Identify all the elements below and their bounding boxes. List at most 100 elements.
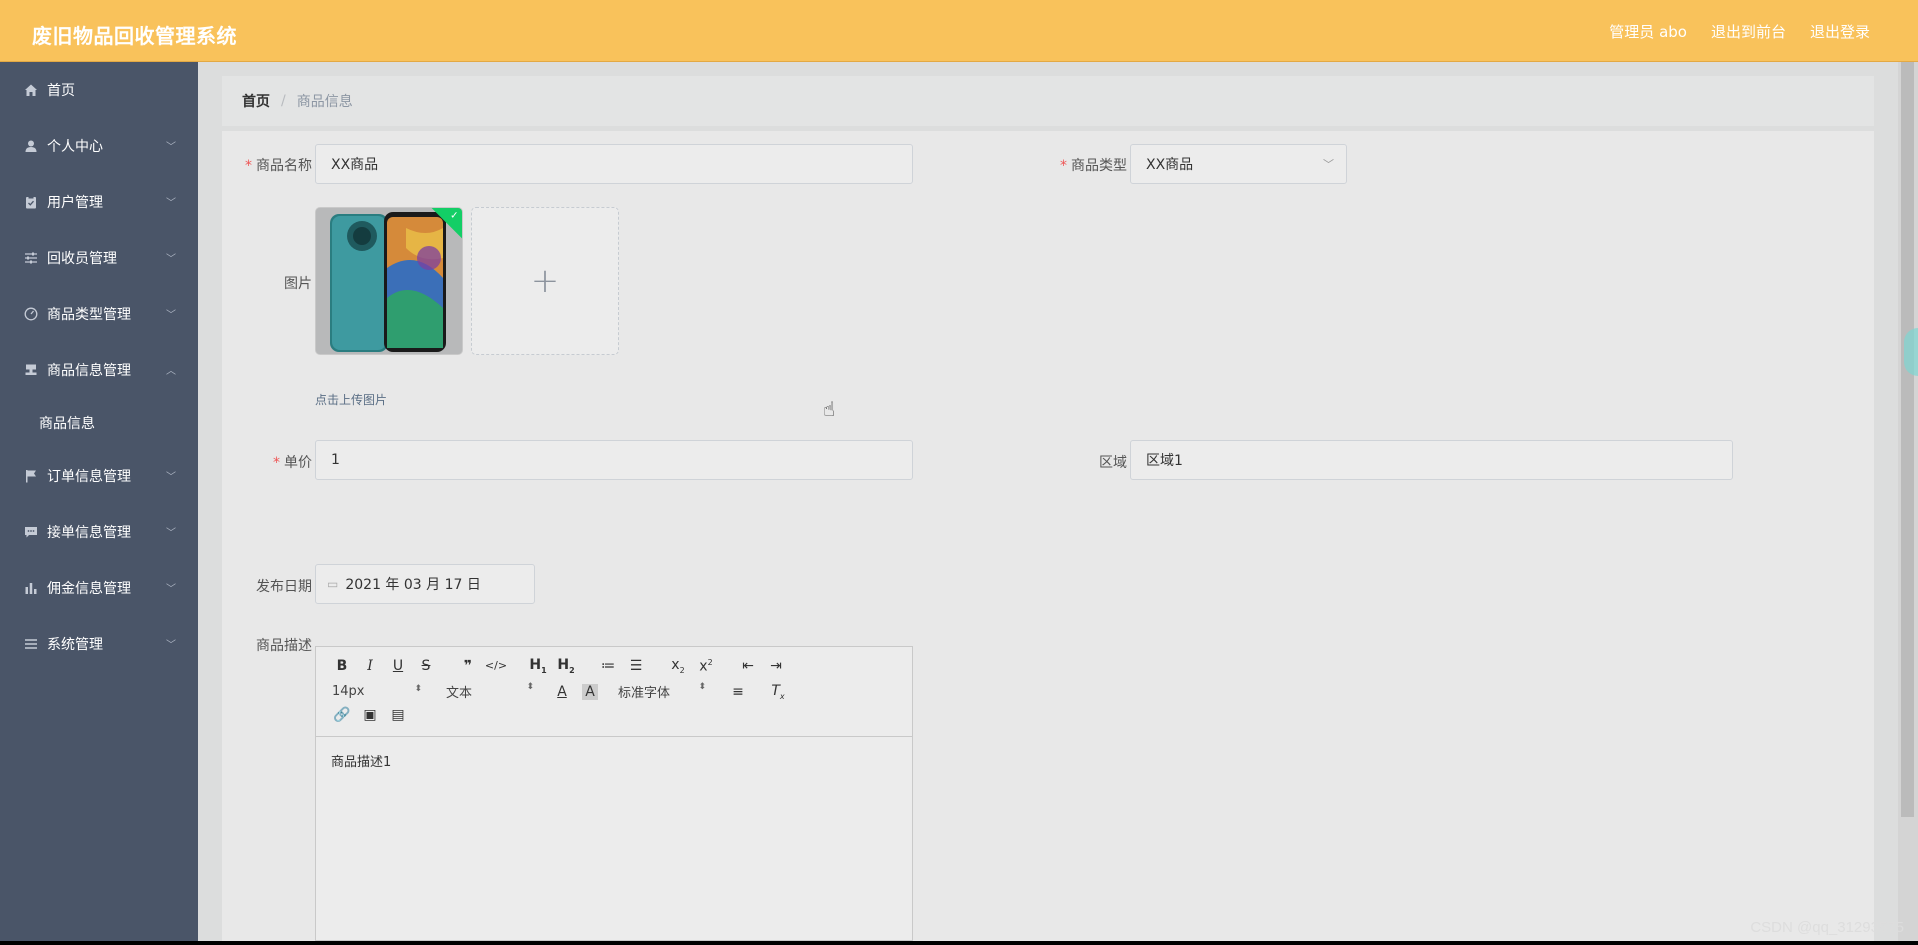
sidebar-item-category-management[interactable]: 商品类型管理 ﹀ bbox=[0, 286, 198, 342]
chevron-down-icon: ﹀ bbox=[166, 640, 176, 651]
goods-type-select[interactable]: XX商品 ﹀ bbox=[1130, 144, 1347, 184]
sidebar-item-recycler-management[interactable]: 回收员管理 ﹀ bbox=[0, 230, 198, 286]
link-icon[interactable]: 🔗 bbox=[328, 707, 356, 723]
chevron-down-icon: ﹀ bbox=[166, 310, 176, 321]
breadcrumb-current: 商品信息 bbox=[296, 94, 353, 110]
font-size-select[interactable]: 14px ⬍ bbox=[328, 684, 428, 699]
check-icon: ✓ bbox=[450, 210, 459, 222]
sidebar-item-commission-management[interactable]: 佣金信息管理 ﹀ bbox=[0, 560, 198, 616]
sidebar-item-goods-management[interactable]: 商品信息管理 ︿ bbox=[0, 342, 198, 398]
app-title: 废旧物品回收管理系统 bbox=[32, 24, 237, 48]
uploaded-image-thumbnail[interactable]: ✓ bbox=[315, 207, 463, 355]
flag-icon bbox=[23, 468, 39, 484]
blockquote-icon[interactable]: ❞ bbox=[454, 658, 482, 674]
align-icon[interactable]: ≡ bbox=[724, 684, 752, 700]
breadcrumb-home[interactable]: 首页 bbox=[242, 91, 270, 111]
region-label: 区域 bbox=[1099, 455, 1127, 471]
sidebar-item-label: 商品类型管理 bbox=[47, 307, 131, 323]
background-color-icon[interactable]: A bbox=[582, 683, 598, 700]
strike-icon[interactable]: S bbox=[412, 658, 440, 674]
sidebar: 首页 个人中心 ﹀ 用户管理 ﹀ 回收员管理 ﹀ 商品类型管理 ﹀ 商品信息管理… bbox=[0, 62, 198, 941]
clipboard-icon bbox=[23, 194, 39, 210]
sidebar-item-label: 用户管理 bbox=[47, 195, 103, 211]
gauge-icon bbox=[23, 306, 39, 322]
home-icon bbox=[23, 82, 39, 98]
page-scrollbar[interactable] bbox=[1898, 62, 1918, 941]
block-type-select[interactable]: 文本 ⬍ bbox=[440, 682, 540, 701]
publish-date-label: 发布日期 bbox=[256, 579, 312, 595]
sidebar-item-label: 接单信息管理 bbox=[47, 525, 131, 541]
goods-name-label: * 商品名称 bbox=[245, 158, 312, 174]
price-label: * 单价 bbox=[273, 455, 312, 471]
sidebar-item-label: 订单信息管理 bbox=[47, 469, 131, 485]
exit-to-front-link[interactable]: 退出到前台 bbox=[1711, 21, 1786, 42]
message-icon bbox=[23, 524, 39, 540]
chevron-down-icon: ﹀ bbox=[166, 198, 176, 209]
image-icon[interactable]: ▣ bbox=[356, 707, 384, 723]
outdent-icon[interactable]: ⇤ bbox=[734, 658, 762, 674]
hand-cursor-icon: ☝ bbox=[823, 397, 836, 421]
chevron-up-icon: ︿ bbox=[166, 366, 176, 377]
sidebar-item-order-management[interactable]: 订单信息管理 ﹀ bbox=[0, 448, 198, 504]
bar-chart-icon bbox=[23, 580, 39, 596]
goods-name-input[interactable]: XX商品 bbox=[315, 144, 913, 184]
main-content: 首页 / 商品信息 * 商品名称 XX商品 * 商品类型 XX商品 ﹀ 图片 ✓… bbox=[198, 62, 1898, 941]
user-icon bbox=[23, 138, 39, 154]
breadcrumb-separator: / bbox=[281, 93, 286, 109]
chevron-down-icon: ﹀ bbox=[166, 254, 176, 265]
sidebar-item-label: 个人中心 bbox=[47, 139, 103, 155]
clear-format-icon[interactable]: Tx bbox=[764, 683, 792, 701]
chevron-down-icon: ﹀ bbox=[166, 584, 176, 595]
plus-icon: + bbox=[530, 261, 560, 301]
sidebar-item-system-management[interactable]: 系统管理 ﹀ bbox=[0, 616, 198, 672]
video-icon[interactable]: ▤ bbox=[384, 707, 412, 723]
subscript-icon[interactable]: x2 bbox=[664, 657, 692, 675]
heading2-icon[interactable]: H2 bbox=[552, 657, 580, 675]
heading1-icon[interactable]: H1 bbox=[524, 657, 552, 675]
sidebar-item-label: 回收员管理 bbox=[47, 251, 117, 267]
logout-link[interactable]: 退出登录 bbox=[1810, 21, 1870, 42]
phone-image bbox=[316, 208, 462, 354]
upload-add-button[interactable]: + bbox=[471, 207, 619, 355]
goods-type-value: XX商品 bbox=[1146, 157, 1194, 173]
code-icon[interactable]: </> bbox=[482, 659, 510, 672]
sidebar-item-user-management[interactable]: 用户管理 ﹀ bbox=[0, 174, 198, 230]
bold-icon[interactable]: B bbox=[328, 658, 356, 674]
toolbar-row-3: 🔗 ▣ ▤ bbox=[328, 707, 412, 723]
stamp-icon bbox=[23, 362, 39, 378]
ordered-list-icon[interactable]: ≔ bbox=[594, 658, 622, 674]
calendar-icon: ▭ bbox=[327, 577, 339, 591]
editor-toolbar: B I U S ❞ </> H1 H2 ≔ ☰ x2 x2 ⇤ ⇥ 14px⬍ bbox=[316, 647, 912, 737]
toolbar-row-2: 14px ⬍ 文本 ⬍ A A 标准字体 ⬍ ≡ Tx bbox=[328, 682, 792, 701]
bullet-list-icon[interactable]: ☰ bbox=[622, 658, 650, 674]
top-header: 废旧物品回收管理系统 管理员 abo 退出到前台 退出登录 bbox=[0, 0, 1918, 62]
description-label: 商品描述 bbox=[256, 638, 312, 654]
price-input[interactable]: 1 bbox=[315, 440, 913, 480]
region-input[interactable]: 区域1 bbox=[1130, 440, 1733, 480]
font-color-icon[interactable]: A bbox=[548, 684, 576, 700]
rich-text-editor: B I U S ❞ </> H1 H2 ≔ ☰ x2 x2 ⇤ ⇥ 14px⬍ bbox=[315, 646, 913, 941]
font-family-select[interactable]: 标准字体 ⬍ bbox=[612, 682, 712, 701]
superscript-icon[interactable]: x2 bbox=[692, 658, 720, 675]
chevron-down-icon: ﹀ bbox=[166, 472, 176, 483]
italic-icon[interactable]: I bbox=[356, 658, 384, 674]
sidebar-item-label: 系统管理 bbox=[47, 637, 103, 653]
scrollbar-thumb[interactable] bbox=[1901, 62, 1914, 817]
floating-bubble[interactable] bbox=[1904, 328, 1918, 376]
sidebar-item-home[interactable]: 首页 bbox=[0, 62, 198, 118]
admin-name: 管理员 abo bbox=[1609, 23, 1687, 41]
publish-date-picker[interactable]: ▭ 2021 年 03 月 17 日 bbox=[315, 564, 535, 604]
sidebar-item-accept-order-management[interactable]: 接单信息管理 ﹀ bbox=[0, 504, 198, 560]
chevron-down-icon: ﹀ bbox=[166, 528, 176, 539]
indent-icon[interactable]: ⇥ bbox=[762, 658, 790, 674]
sidebar-subitem-goods-info[interactable]: 商品信息 bbox=[0, 398, 198, 448]
editor-content[interactable]: 商品描述1 bbox=[316, 737, 912, 784]
upload-tip: 点击上传图片 bbox=[315, 393, 388, 407]
underline-icon[interactable]: U bbox=[384, 658, 412, 674]
watermark: CSDN @qq_31293575 bbox=[1750, 919, 1904, 936]
goods-type-label: * 商品类型 bbox=[1060, 158, 1127, 174]
breadcrumb: 首页 / 商品信息 bbox=[222, 76, 1874, 126]
goods-form: * 商品名称 XX商品 * 商品类型 XX商品 ﹀ 图片 ✓ + 点击上传图片 … bbox=[222, 131, 1874, 941]
sidebar-item-label: 商品信息管理 bbox=[47, 363, 131, 379]
sidebar-item-personal-center[interactable]: 个人中心 ﹀ bbox=[0, 118, 198, 174]
